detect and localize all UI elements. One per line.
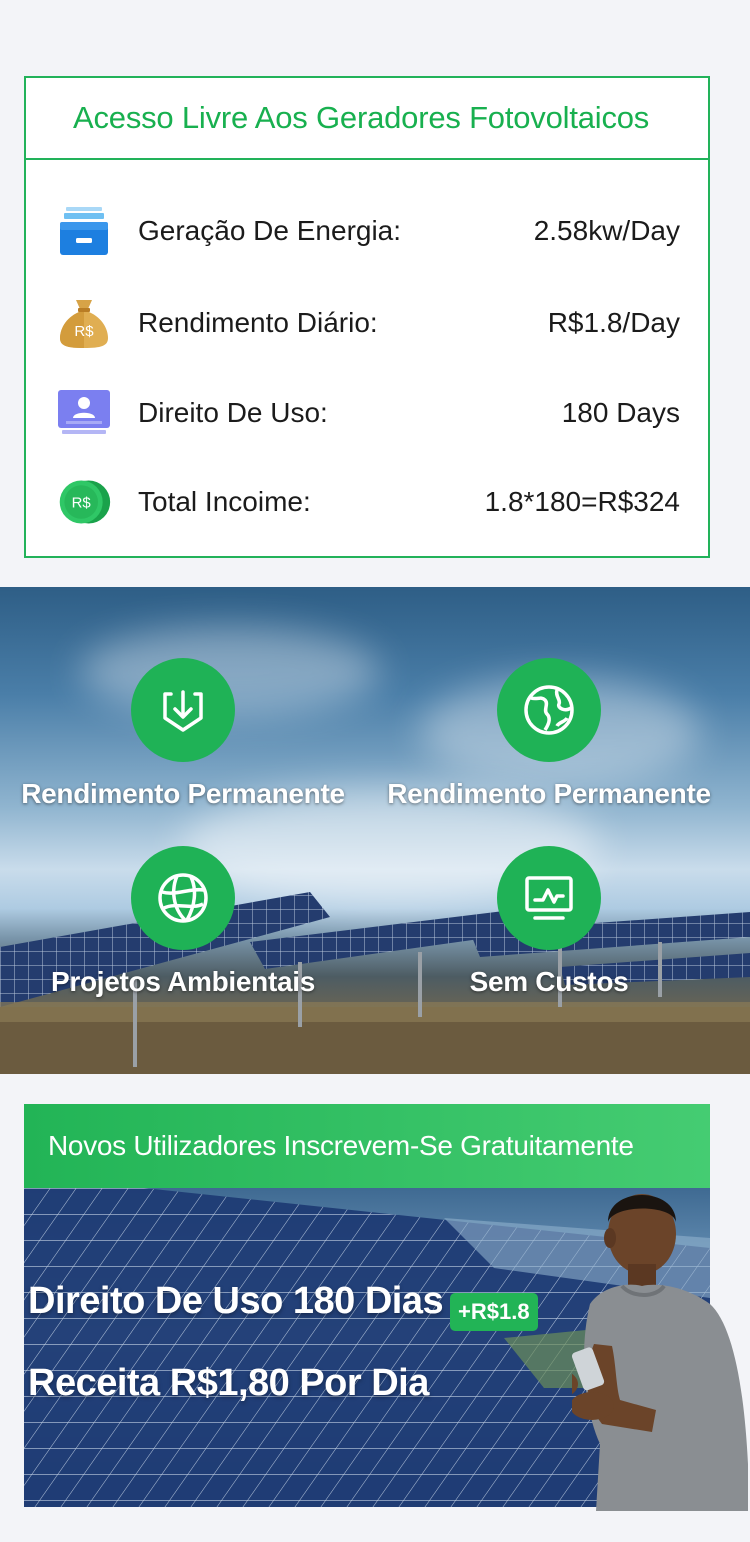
info-label: Geração De Energia: <box>138 215 402 246</box>
feature-label: Sem Custos <box>469 966 629 997</box>
card-header: Acesso Livre Aos Geradores Fotovoltaicos <box>26 78 708 160</box>
shield-download-icon <box>131 658 235 762</box>
info-label: Total Incoime: <box>138 486 311 517</box>
card-title: Acesso Livre Aos Geradores Fotovoltaicos <box>73 100 650 135</box>
generators-card: Acesso Livre Aos Geradores Fotovoltaicos… <box>24 76 710 558</box>
coin-icon: R$ <box>56 474 112 530</box>
monitor-chart-icon <box>497 846 601 950</box>
info-value: R$1.8/Day <box>547 307 680 338</box>
promo-title: Novos Utilizadores Inscrevem-Se Gratuita… <box>48 1130 634 1161</box>
money-bag-icon: R$ <box>56 295 112 351</box>
network-globe-icon <box>131 846 235 950</box>
info-value: 180 Days <box>561 397 680 428</box>
money-bag-text: R$ <box>74 323 94 340</box>
feature-label: Rendimento Permanente <box>387 778 711 809</box>
energy-tray-icon <box>56 203 112 259</box>
feature-item: Rendimento Permanente <box>0 658 366 810</box>
info-value: 2.58kw/Day <box>533 215 680 246</box>
info-label: Rendimento Diário: <box>138 307 378 338</box>
feature-label: Rendimento Permanente <box>21 778 345 809</box>
coin-text: R$ <box>72 495 92 512</box>
info-value: 1.8*180=R$324 <box>484 486 680 517</box>
info-row-daily-yield: R$ Rendimento Diário: R$1.8/Day <box>56 288 680 358</box>
features-banner: Rendimento Permanente Rendimento Permane… <box>0 587 750 1074</box>
promo-line-2: Receita R$1,80 Por Dia <box>28 1362 429 1404</box>
promo-line-1: Direito De Uso 180 Dias <box>28 1280 444 1322</box>
promo-card[interactable]: Novos Utilizadores Inscrevem-Se Gratuita… <box>24 1104 748 1511</box>
info-row-total-income: R$ Total Incoime: 1.8*180=R$324 <box>56 467 680 537</box>
feature-item: Projetos Ambientais <box>0 846 366 998</box>
feature-label: Projetos Ambientais <box>51 966 315 997</box>
info-label: Direito De Uso: <box>138 397 328 428</box>
feature-item: Sem Custos <box>366 846 732 998</box>
globe-icon <box>497 658 601 762</box>
user-id-card-icon <box>56 385 112 441</box>
feature-item: Rendimento Permanente <box>366 658 732 810</box>
info-row-energy: Geração De Energia: 2.58kw/Day <box>56 196 680 266</box>
person-with-phone-image <box>572 1194 748 1511</box>
promo-badge: +R$1.8 <box>450 1293 538 1331</box>
info-row-usage-right: Direito De Uso: 180 Days <box>56 378 680 448</box>
